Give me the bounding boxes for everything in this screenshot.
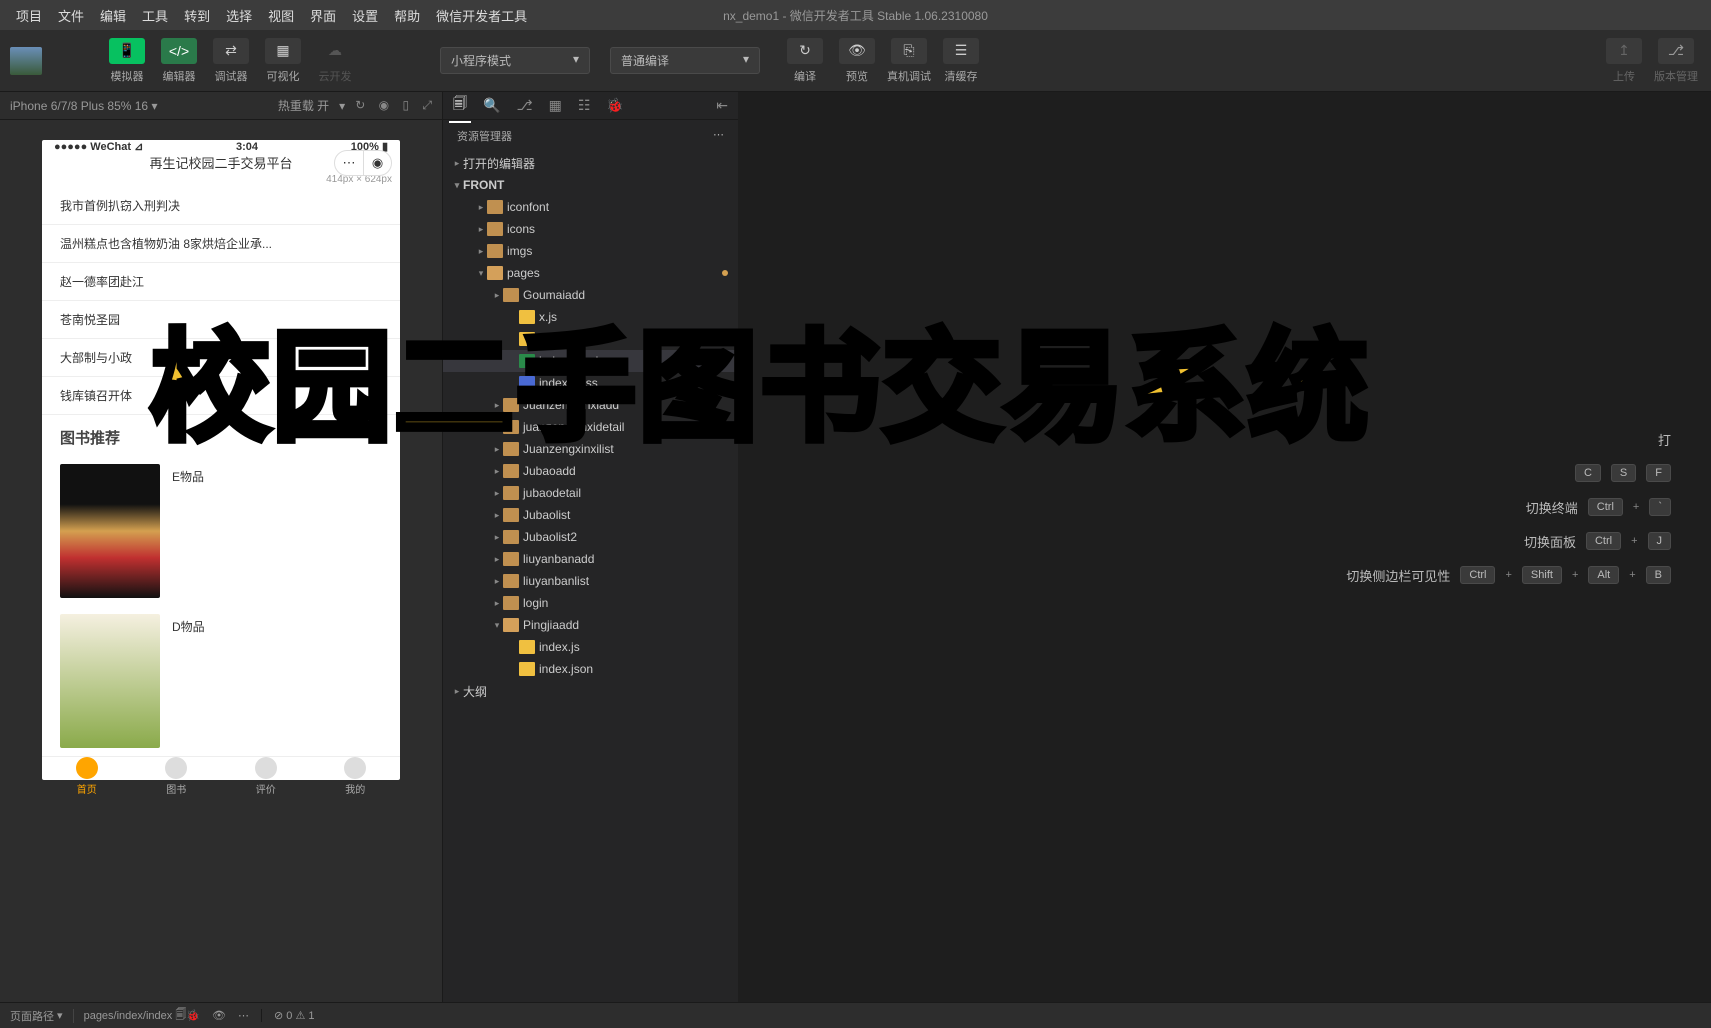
capsule-button[interactable]: ⋯◉ (334, 150, 392, 176)
tab-mine[interactable]: 我的 (311, 757, 401, 796)
bug-icon[interactable]: 🐞 (602, 93, 627, 118)
tree-item-jubaodetail[interactable]: ▸jubaodetail (443, 482, 738, 504)
news-item[interactable]: 我市首例扒窃入刑判决 (42, 187, 400, 225)
clock-label: 3:04 (143, 141, 350, 153)
tree-root[interactable]: ▾FRONT (443, 174, 738, 196)
tree-item-pages[interactable]: ▾pages (443, 262, 738, 284)
preview-button[interactable]: 👁预览 (832, 38, 882, 84)
menu-select[interactable]: 选择 (218, 6, 260, 25)
device-icon[interactable]: ▯ (402, 98, 409, 112)
explorer-title: 资源管理器 (457, 128, 512, 144)
menu-project[interactable]: 项目 (8, 6, 50, 25)
explorer-tab-files-icon[interactable]: 🗐 (449, 89, 471, 123)
upload-button[interactable]: ↥上传 (1599, 38, 1649, 84)
tree-item-login[interactable]: ▸login (443, 592, 738, 614)
db-icon[interactable]: ☷ (574, 93, 595, 118)
menu-bar: 项目 文件 编辑 工具 转到 选择 视图 界面 设置 帮助 微信开发者工具 nx… (0, 0, 1711, 30)
command-palette-hints: 打 CSF 切换终端Ctrl+` 切换面板Ctrl+J 切换侧边栏可见性Ctrl… (1346, 422, 1671, 592)
tree-outline[interactable]: ▸大纲 (443, 680, 738, 702)
menu-wxdev[interactable]: 微信开发者工具 (428, 6, 535, 25)
tree-item-Jubaolist2[interactable]: ▸Jubaolist2 (443, 526, 738, 548)
compile-button[interactable]: ↻编译 (780, 38, 830, 84)
news-item[interactable]: 温州糕点也含植物奶油 8家烘焙企业承... (42, 225, 400, 263)
watermark-overlay: 校园二手图书交易系统 (150, 290, 1370, 464)
menu-tools[interactable]: 工具 (134, 6, 176, 25)
editor-area: 打 CSF 切换终端Ctrl+` 切换面板Ctrl+J 切换侧边栏可见性Ctrl… (738, 92, 1711, 1002)
menu-settings[interactable]: 设置 (344, 6, 386, 25)
menu-view[interactable]: 视图 (260, 6, 302, 25)
error-count[interactable]: ⊘ 0 (274, 1009, 292, 1022)
tree-item-icons[interactable]: ▸icons (443, 218, 738, 240)
debugger-button[interactable]: ⇄调试器 (206, 38, 256, 84)
window-title: nx_demo1 - 微信开发者工具 Stable 1.06.2310080 (723, 7, 988, 24)
eye-icon[interactable]: 👁 (212, 1009, 226, 1022)
menu-help[interactable]: 帮助 (386, 6, 428, 25)
clear-cache-button[interactable]: ☰清缓存 (936, 38, 986, 84)
simulator-panel: iPhone 6/7/8 Plus 85% 16 ▾ 热重载 开 ▾ ↻ ◉ ▯… (0, 92, 442, 1002)
tree-item-Pingjiaadd[interactable]: ▾Pingjiaadd (443, 614, 738, 636)
search-icon[interactable]: 🔍 (479, 93, 504, 118)
menu-file[interactable]: 文件 (50, 6, 92, 25)
tab-books[interactable]: 图书 (132, 757, 222, 796)
toolbar: 📱模拟器 </>编辑器 ⇄调试器 ▦可视化 ☁云开发 小程序模式▾ 普通编译▾ … (0, 30, 1711, 92)
book-item[interactable]: E物品 (42, 456, 400, 606)
hot-reload-toggle[interactable]: 热重载 开 (278, 97, 329, 114)
branch-icon[interactable]: ⎇ (512, 93, 536, 118)
main-area: iPhone 6/7/8 Plus 85% 16 ▾ 热重载 开 ▾ ↻ ◉ ▯… (0, 92, 1711, 1002)
menu-edit[interactable]: 编辑 (92, 6, 134, 25)
expand-icon[interactable]: ⤢ (422, 98, 432, 112)
collapse-icon[interactable]: ⇤ (712, 93, 732, 118)
visual-button[interactable]: ▦可视化 (258, 38, 308, 84)
device-selector[interactable]: iPhone 6/7/8 Plus 85% 16 ▾ (10, 99, 278, 113)
page-title: 再生记校园二手交易平台 (149, 153, 292, 172)
tree-item-index.json[interactable]: index.json (443, 658, 738, 680)
menu-goto[interactable]: 转到 (176, 6, 218, 25)
book-cover (60, 464, 160, 598)
carrier-label: ●●●●● WeChat ⊿ (54, 140, 143, 153)
bug-icon[interactable]: 🐞 (186, 1009, 200, 1022)
status-bar: 页面路径 ▾ pages/index/index 🗐 🐞 👁 ⋯ ⊘ 0 ⚠ 1 (0, 1002, 1711, 1028)
book-name: E物品 (172, 464, 204, 598)
menu-ui[interactable]: 界面 (302, 6, 344, 25)
editor-button[interactable]: </>编辑器 (154, 38, 204, 84)
more-icon[interactable]: ⋯ (713, 128, 724, 144)
page-path-label: 页面路径 (10, 1008, 54, 1024)
cloud-button[interactable]: ☁云开发 (310, 38, 360, 84)
tree-item-liuyanbanadd[interactable]: ▸liuyanbanadd (443, 548, 738, 570)
record-icon[interactable]: ◉ (379, 98, 389, 112)
tree-item-iconfont[interactable]: ▸iconfont (443, 196, 738, 218)
warning-count[interactable]: ⚠ 1 (295, 1009, 314, 1022)
mode-dropdown[interactable]: 小程序模式▾ (440, 47, 590, 74)
version-button[interactable]: ⎇版本管理 (1651, 38, 1701, 84)
remote-debug-button[interactable]: ⎘真机调试 (884, 38, 934, 84)
tree-item-liuyanbanlist[interactable]: ▸liuyanbanlist (443, 570, 738, 592)
tree-item-index.js[interactable]: index.js (443, 636, 738, 658)
simulator-button[interactable]: 📱模拟器 (102, 38, 152, 84)
refresh-icon[interactable]: ↻ (355, 98, 365, 112)
tree-open-editors[interactable]: ▸打开的编辑器 (443, 152, 738, 174)
tree-item-imgs[interactable]: ▸imgs (443, 240, 738, 262)
page-path[interactable]: pages/index/index (84, 1010, 173, 1022)
compile-mode-dropdown[interactable]: 普通编译▾ (610, 47, 760, 74)
ext-icon[interactable]: ▦ (545, 93, 566, 118)
tab-home[interactable]: 首页 (42, 757, 132, 796)
explorer-panel: 🗐 🔍 ⎇ ▦ ☷ 🐞 ⇤ 资源管理器 ⋯ ▸打开的编辑器 ▾FRONT ▸ico… (442, 92, 738, 1002)
tree-item-Jubaolist[interactable]: ▸Jubaolist (443, 504, 738, 526)
user-avatar[interactable] (10, 47, 42, 75)
tab-bar: 首页 图书 评价 我的 (42, 756, 400, 796)
book-item[interactable]: D物品 (42, 606, 400, 756)
more-icon[interactable]: ⋯ (238, 1009, 249, 1022)
tab-review[interactable]: 评价 (221, 757, 311, 796)
book-name: D物品 (172, 614, 205, 748)
book-cover (60, 614, 160, 748)
